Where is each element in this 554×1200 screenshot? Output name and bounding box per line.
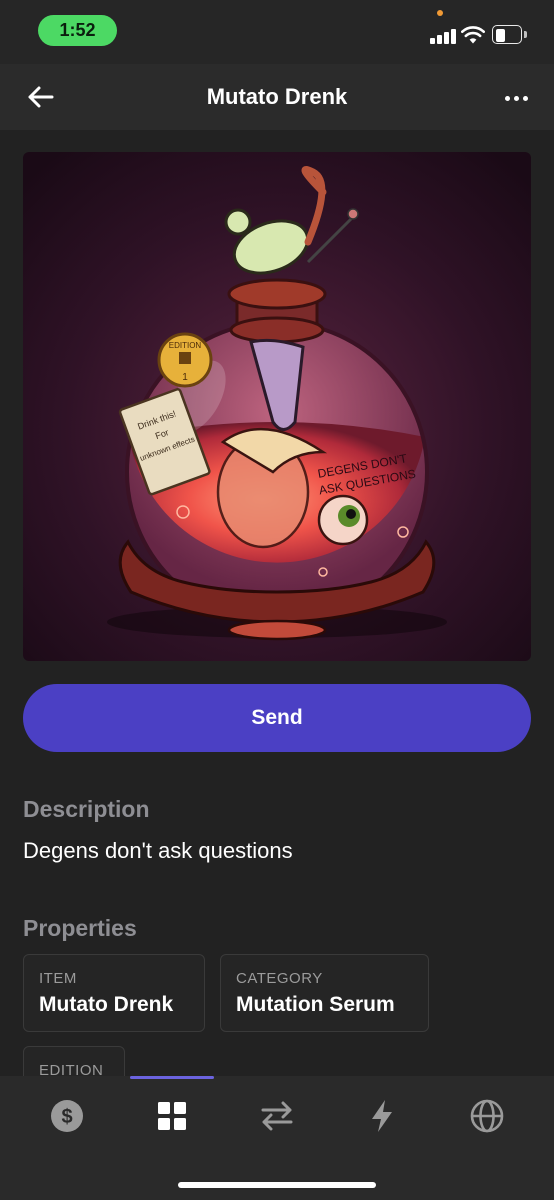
property-card-category[interactable]: CATEGORY Mutation Serum — [220, 954, 429, 1032]
tab-swap[interactable] — [253, 1092, 301, 1140]
tab-activity[interactable] — [358, 1092, 406, 1140]
lightning-icon — [372, 1100, 392, 1132]
app-header: Mutato Drenk — [0, 64, 554, 130]
properties-heading: Properties — [23, 915, 137, 941]
coin-number-text: 1 — [182, 372, 188, 383]
property-card-item[interactable]: ITEM Mutato Drenk — [23, 954, 205, 1032]
battery-icon — [492, 25, 527, 44]
home-indicator[interactable] — [178, 1182, 376, 1188]
dollar-icon: $ — [51, 1100, 83, 1132]
more-options-button[interactable] — [496, 79, 536, 115]
property-value: Mutato Drenk — [39, 993, 174, 1016]
grid-icon — [158, 1102, 186, 1130]
status-time: 1:52 — [38, 15, 117, 46]
wifi-icon — [461, 26, 485, 44]
nft-artwork-image[interactable]: EDITION 1 Drink this! For unknown effect… — [23, 152, 531, 661]
svg-text:$: $ — [61, 1106, 72, 1128]
tab-browser[interactable] — [463, 1092, 511, 1140]
cellular-signal-icon — [430, 27, 456, 44]
description-heading: Description — [23, 796, 150, 822]
page-title: Mutato Drenk — [206, 84, 348, 109]
coin-edition-text: EDITION — [169, 341, 202, 350]
property-value: Mutation Serum — [236, 993, 395, 1016]
tab-collectibles[interactable] — [148, 1092, 196, 1140]
privacy-indicator-dot — [437, 10, 443, 16]
tab-wallet[interactable]: $ — [43, 1092, 91, 1140]
send-button[interactable]: Send — [23, 684, 531, 752]
swap-icon — [261, 1101, 293, 1131]
active-tab-indicator — [130, 1076, 214, 1079]
globe-icon — [470, 1099, 504, 1133]
property-label: CATEGORY — [236, 970, 323, 987]
more-horizontal-icon — [503, 88, 530, 106]
property-label: ITEM — [39, 970, 77, 987]
status-bar: 1:52 — [0, 0, 554, 64]
description-text: Degens don't ask questions — [23, 838, 293, 863]
